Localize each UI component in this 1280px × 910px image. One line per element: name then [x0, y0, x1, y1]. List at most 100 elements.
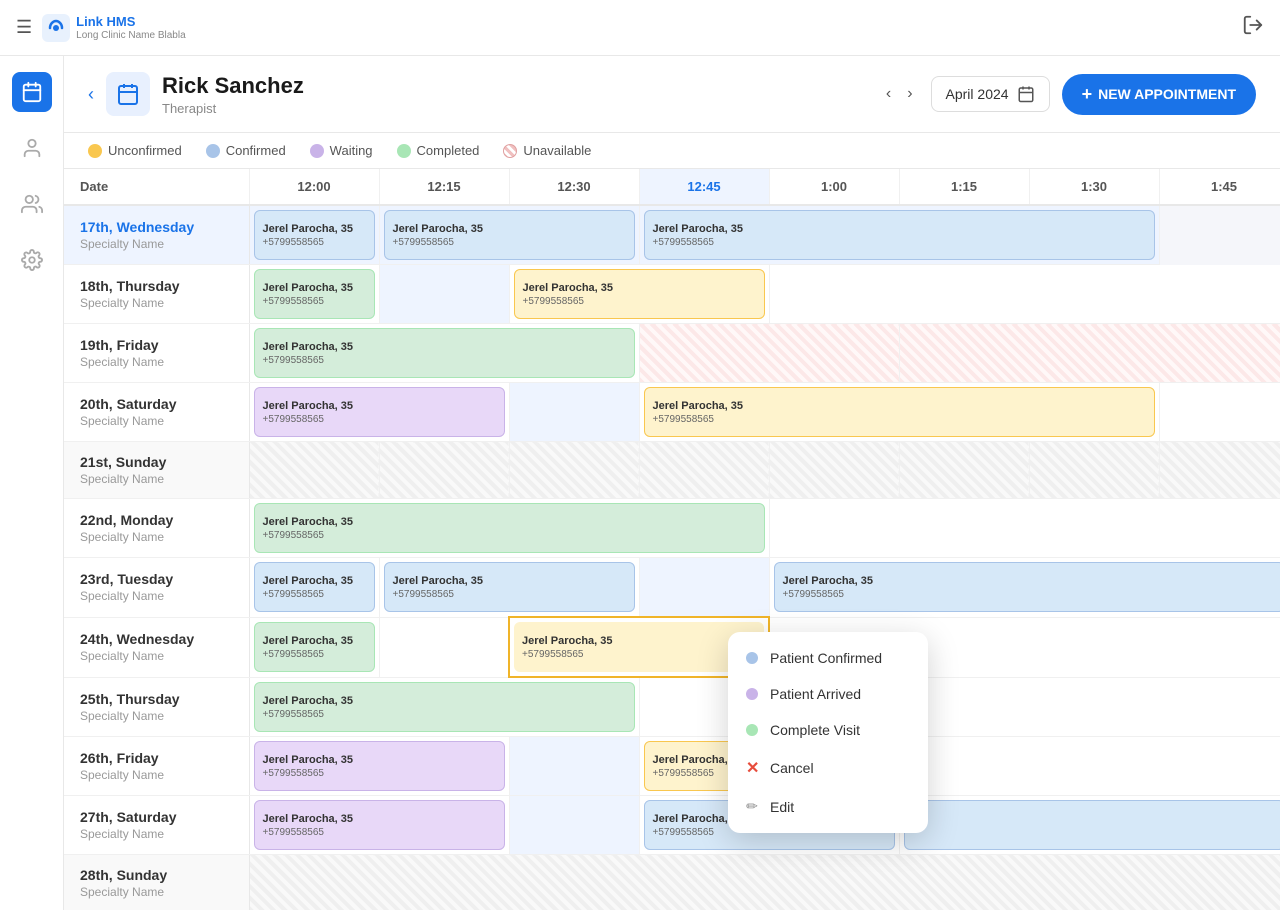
patient-name: Jerel Parocha, 35	[653, 400, 1146, 412]
date-cell-26: 26th, Friday Specialty Name	[64, 737, 249, 796]
appt-25-1200[interactable]: Jerel Parocha, 35 +5799558565	[254, 682, 635, 732]
cell-17-1245[interactable]: Jerel Parocha, 35 +5799558565	[639, 205, 1159, 265]
appt-18-1230[interactable]: Jerel Parocha, 35 +5799558565	[514, 269, 765, 319]
cell-26-1230-empty	[509, 737, 639, 796]
appt-19-1200[interactable]: Jerel Parocha, 35 +5799558565	[254, 328, 635, 378]
col-1200: 12:00	[249, 169, 379, 205]
row-25: 25th, Thursday Specialty Name Jerel Paro…	[64, 677, 1280, 737]
ctx-cancel[interactable]: ✕ Cancel	[728, 748, 928, 788]
cell-18-1230[interactable]: Jerel Parocha, 35 +5799558565	[509, 265, 769, 324]
next-month-button[interactable]: ›	[901, 79, 918, 109]
header-row: Date 12:00 12:15 12:30 12:45 1:00 1:15 1…	[64, 169, 1280, 205]
back-button[interactable]: ‹	[88, 84, 94, 105]
patient-phone: +5799558565	[393, 589, 626, 600]
cell-23-100[interactable]: Jerel Parocha, 35 +5799558565	[769, 558, 1280, 618]
cell-21-unavail7	[1029, 442, 1159, 499]
cell-26-1200[interactable]: Jerel Parocha, 35 +5799558565	[249, 737, 509, 796]
hamburger-icon[interactable]: ☰	[16, 17, 32, 38]
cell-23-1245-empty	[639, 558, 769, 618]
appt-24-1230[interactable]: Jerel Parocha, 35 +5799558565	[514, 622, 764, 672]
date-secondary-22: Specialty Name	[80, 530, 233, 544]
appt-17-1200[interactable]: Jerel Parocha, 35 +5799558565	[254, 210, 375, 260]
patient-phone: +5799558565	[263, 355, 626, 366]
patient-name: Jerel Parocha, 35	[263, 695, 626, 707]
prev-month-button[interactable]: ‹	[880, 79, 897, 109]
patient-name: Jerel Parocha, 35	[263, 341, 626, 353]
patient-phone: +5799558565	[263, 589, 366, 600]
ctx-patient-arrived[interactable]: Patient Arrived	[728, 676, 928, 712]
sidebar-item-teams[interactable]	[12, 184, 52, 224]
appt-17-1215[interactable]: Jerel Parocha, 35 +5799558565	[384, 210, 635, 260]
cell-19-1200[interactable]: Jerel Parocha, 35 +5799558565	[249, 324, 639, 383]
appt-20-1230[interactable]: Jerel Parocha, 35 +5799558565	[644, 387, 1155, 437]
col-145: 1:45	[1159, 169, 1280, 205]
ctx-complete-visit[interactable]: Complete Visit	[728, 712, 928, 748]
cell-19-unavail2	[899, 324, 1280, 383]
cell-21-unavail3	[509, 442, 639, 499]
cell-20-1200[interactable]: Jerel Parocha, 35 +5799558565	[249, 383, 509, 442]
date-col-header: Date	[64, 169, 249, 205]
sidebar-item-calendar[interactable]	[12, 72, 52, 112]
appt-27-1200[interactable]: Jerel Parocha, 35 +5799558565	[254, 800, 505, 850]
cell-25-1200[interactable]: Jerel Parocha, 35 +5799558565	[249, 677, 639, 737]
cell-20-1230[interactable]: Jerel Parocha, 35 +5799558565	[639, 383, 1159, 442]
calendar-table: Date 12:00 12:15 12:30 12:45 1:00 1:15 1…	[64, 169, 1280, 910]
cell-22-1200[interactable]: Jerel Parocha, 35 +5799558565	[249, 499, 769, 558]
appt-24-1200[interactable]: Jerel Parocha, 35 +5799558565	[254, 622, 375, 672]
appt-20-1200[interactable]: Jerel Parocha, 35 +5799558565	[254, 387, 505, 437]
appt-23-1200[interactable]: Jerel Parocha, 35 +5799558565	[254, 562, 375, 612]
logout-icon[interactable]	[1242, 14, 1264, 41]
page-header: ‹ Rick Sanchez Therapist	[64, 56, 1280, 133]
appt-26-1200[interactable]: Jerel Parocha, 35 +5799558565	[254, 741, 505, 791]
appt-23-1215[interactable]: Jerel Parocha, 35 +5799558565	[384, 562, 635, 612]
col-1215: 12:15	[379, 169, 509, 205]
patient-name: Jerel Parocha, 35	[393, 575, 626, 587]
cell-27-empty	[899, 796, 1280, 855]
provider-icon	[106, 72, 150, 116]
date-cell-28: 28th, Sunday Specialty Name	[64, 855, 249, 910]
cell-23-1215[interactable]: Jerel Parocha, 35 +5799558565	[379, 558, 639, 618]
cell-28-unavail	[249, 855, 1280, 910]
date-secondary-23: Specialty Name	[80, 589, 233, 603]
cell-26-empty	[899, 737, 1280, 796]
appt-27-100[interactable]	[904, 800, 1280, 850]
cell-27-1200[interactable]: Jerel Parocha, 35 +5799558565	[249, 796, 509, 855]
unavailable-label: Unavailable	[523, 143, 591, 158]
logo-area: Link HMS Long Clinic Name Blabla	[42, 14, 186, 42]
sidebar-item-patients[interactable]	[12, 128, 52, 168]
date-secondary-19: Specialty Name	[80, 355, 233, 369]
appt-23-100[interactable]: Jerel Parocha, 35 +5799558565	[774, 562, 1280, 612]
cell-23-1200[interactable]: Jerel Parocha, 35 +5799558565	[249, 558, 379, 618]
cell-18-1215-empty	[379, 265, 509, 324]
cell-17-1200[interactable]: Jerel Parocha, 35 +5799558565	[249, 205, 379, 265]
app-container: ☰ Link HMS Long Clinic Name Blabla	[0, 0, 1280, 910]
calendar-wrapper[interactable]: Date 12:00 12:15 12:30 12:45 1:00 1:15 1…	[64, 169, 1280, 910]
date-primary-26: 26th, Friday	[80, 750, 233, 766]
content-area: ‹ Rick Sanchez Therapist	[64, 56, 1280, 910]
appt-18-1200[interactable]: Jerel Parocha, 35 +5799558565	[254, 269, 375, 319]
completed-dot	[397, 144, 411, 158]
cell-24-1200[interactable]: Jerel Parocha, 35 +5799558565	[249, 617, 379, 677]
waiting-dot	[310, 144, 324, 158]
ctx-patient-confirmed[interactable]: Patient Confirmed	[728, 640, 928, 676]
patient-name: Jerel Parocha, 35	[263, 400, 496, 412]
date-primary-28: 28th, Sunday	[80, 867, 233, 883]
sidebar	[0, 56, 64, 910]
date-cell-25: 25th, Thursday Specialty Name	[64, 677, 249, 737]
ctx-cancel-label: Cancel	[770, 760, 814, 776]
cell-18-1200[interactable]: Jerel Parocha, 35 +5799558565	[249, 265, 379, 324]
cell-21-unavail4	[639, 442, 769, 499]
appt-17-1245[interactable]: Jerel Parocha, 35 +5799558565	[644, 210, 1155, 260]
ctx-edit[interactable]: ✏ Edit	[728, 788, 928, 825]
appt-22-1200[interactable]: Jerel Parocha, 35 +5799558565	[254, 503, 765, 553]
cell-17-1215[interactable]: Jerel Parocha, 35 +5799558565	[379, 205, 639, 265]
date-primary-27: 27th, Saturday	[80, 809, 233, 825]
unconfirmed-label: Unconfirmed	[108, 143, 182, 158]
patient-name: Jerel Parocha, 35	[393, 223, 626, 235]
sidebar-item-settings[interactable]	[12, 240, 52, 280]
legend-unconfirmed: Unconfirmed	[88, 143, 182, 158]
confirmed-dot	[206, 144, 220, 158]
date-cell-17: 17th, Wednesday Specialty Name	[64, 205, 249, 265]
month-picker[interactable]: April 2024	[931, 76, 1050, 112]
new-appointment-button[interactable]: + NEW APPOINTMENT	[1062, 74, 1256, 115]
